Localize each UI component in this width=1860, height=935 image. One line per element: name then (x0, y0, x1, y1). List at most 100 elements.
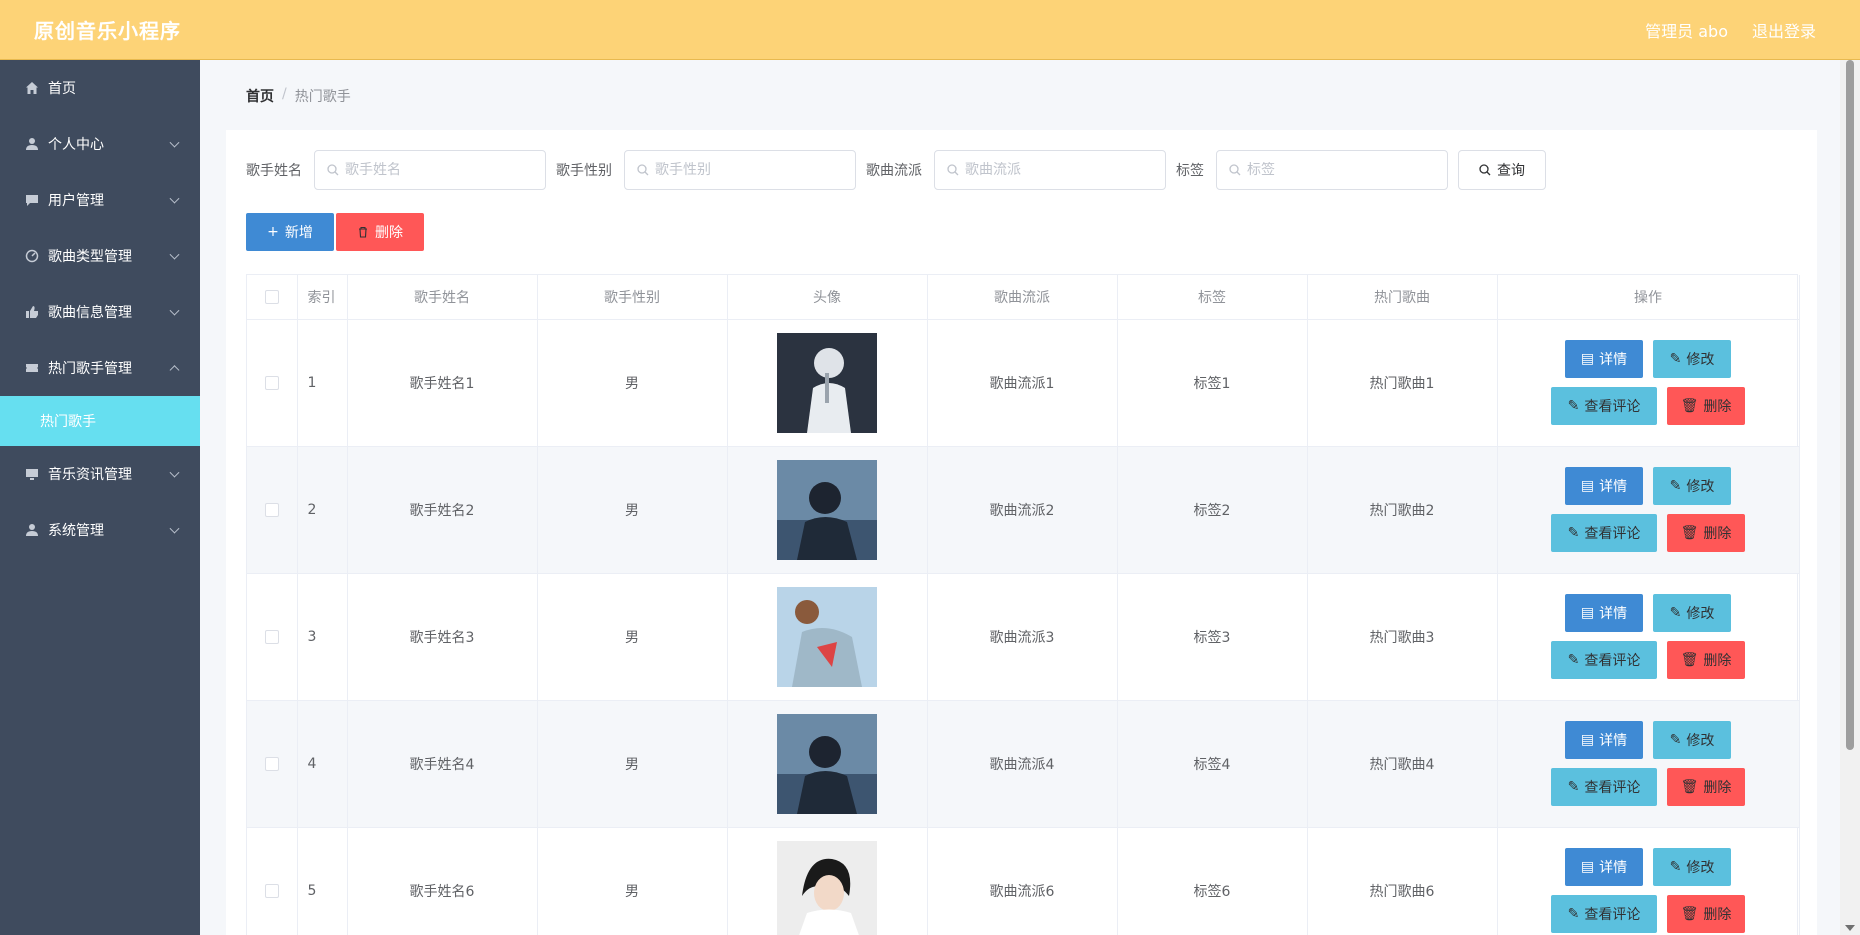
song-genre-label: 歌曲流派 (866, 163, 922, 179)
sidebar-item-song-type[interactable]: 歌曲类型管理 (0, 228, 200, 284)
sidebar-item-user-management[interactable]: 用户管理 (0, 172, 200, 228)
trash-icon: 🗑 (1680, 906, 1699, 922)
edit-button[interactable]: ✎ 修改 (1653, 721, 1731, 759)
document-icon: ▤ (1580, 478, 1595, 494)
column-header: 歌手姓名 (347, 275, 538, 320)
row-index: 1 (297, 319, 348, 447)
sidebar-item-personal-center[interactable]: 个人中心 (0, 116, 200, 172)
detail-button[interactable]: ▤ 详情 (1565, 467, 1643, 505)
breadcrumb-home[interactable]: 首页 (246, 86, 274, 106)
singer-name-input[interactable] (345, 162, 535, 178)
sidebar-item-music-news[interactable]: 音乐资讯管理 (0, 446, 200, 502)
pencil-icon: ✎ (1567, 398, 1580, 414)
tag-cell: 标签1 (1117, 319, 1308, 447)
query-button[interactable]: 查询 (1458, 150, 1546, 190)
singer-gender-input[interactable] (655, 162, 845, 178)
add-button[interactable]: + 新增 (246, 213, 334, 251)
view-comments-button[interactable]: ✎ 查看评论 (1551, 514, 1657, 552)
search-icon (327, 164, 339, 176)
search-icon (1229, 164, 1241, 176)
row-checkbox[interactable] (264, 756, 279, 771)
pencil-icon: ✎ (1669, 732, 1682, 748)
row-checkbox[interactable] (264, 502, 279, 517)
hot-song-cell: 热门歌曲4 (1307, 700, 1498, 828)
trash-icon: 🗑 (1680, 652, 1699, 668)
delete-button[interactable]: 🗑 删除 (1667, 895, 1745, 933)
row-operations: ▤ 详情 ✎ 修改 ✎ 查看评论 🗑 删除 (1498, 340, 1799, 425)
detail-button[interactable]: ▤ 详情 (1565, 848, 1643, 886)
song-genre-field (934, 150, 1166, 190)
sidebar-item-system[interactable]: 系统管理 (0, 502, 200, 558)
column-header: 索引 (297, 275, 348, 320)
singer-name-cell: 歌手姓名3 (347, 573, 538, 701)
delete-button[interactable]: 🗑 删除 (1667, 387, 1745, 425)
app-title: 原创音乐小程序 (34, 19, 181, 43)
pencil-icon: ✎ (1567, 779, 1580, 795)
sidebar-item-hot-singer[interactable]: 热门歌手管理 (0, 340, 200, 396)
admin-user-label: 管理员 abo (1645, 21, 1728, 41)
sidebar-item-label: 个人中心 (48, 137, 104, 153)
sidebar-item-label: 歌曲信息管理 (48, 305, 132, 321)
detail-button[interactable]: ▤ 详情 (1565, 594, 1643, 632)
view-comments-button[interactable]: ✎ 查看评论 (1551, 768, 1657, 806)
edit-button[interactable]: ✎ 修改 (1653, 594, 1731, 632)
search-icon (1479, 164, 1491, 176)
document-icon: ▤ (1580, 351, 1595, 367)
column-header: 头像 (727, 275, 928, 320)
tag-cell: 标签4 (1117, 700, 1308, 828)
pencil-icon: ✎ (1669, 605, 1682, 621)
edit-button[interactable]: ✎ 修改 (1653, 340, 1731, 378)
detail-button[interactable]: ▤ 详情 (1565, 721, 1643, 759)
sidebar-item-label: 音乐资讯管理 (48, 467, 132, 483)
select-all-checkbox[interactable] (264, 289, 279, 304)
add-button-label: 新增 (284, 225, 313, 241)
edit-button[interactable]: ✎ 修改 (1653, 848, 1731, 886)
header-actions: 管理员 abo 退出登录 (1645, 18, 1816, 42)
page-scrollbar[interactable] (1840, 60, 1860, 935)
home-icon (24, 80, 40, 96)
scrollbar-thumb[interactable] (1846, 60, 1854, 750)
chevron-down-icon (169, 523, 180, 534)
content-panel: 歌手姓名 歌手性别 歌曲流派 标签 查询 (226, 130, 1817, 935)
view-comments-button[interactable]: ✎ 查看评论 (1551, 895, 1657, 933)
view-comments-button[interactable]: ✎ 查看评论 (1551, 641, 1657, 679)
sidebar-item-song-info[interactable]: 歌曲信息管理 (0, 284, 200, 340)
singer-name-field (314, 150, 546, 190)
row-index: 3 (297, 573, 348, 701)
song-genre-cell: 歌曲流派4 (927, 700, 1118, 828)
row-operations: ▤ 详情 ✎ 修改 ✎ 查看评论 🗑 删除 (1498, 848, 1799, 933)
pencil-icon: ✎ (1567, 525, 1580, 541)
singer-name-label: 歌手姓名 (246, 163, 302, 179)
document-icon: ▤ (1580, 605, 1595, 621)
singer-gender-cell: 男 (537, 573, 728, 701)
sidebar-item-home[interactable]: 首页 (0, 60, 200, 116)
scroll-down-arrow-icon[interactable] (1845, 925, 1855, 931)
chat-icon (24, 192, 40, 208)
singer-avatar (777, 840, 877, 935)
song-genre-input[interactable] (965, 162, 1155, 178)
row-checkbox[interactable] (264, 629, 279, 644)
singer-name-cell: 歌手姓名1 (347, 319, 538, 447)
song-genre-cell: 歌曲流派6 (927, 827, 1118, 935)
singer-gender-cell: 男 (537, 319, 728, 447)
delete-button[interactable]: 🗑 删除 (1667, 768, 1745, 806)
trash-icon: 🗑 (1680, 398, 1699, 414)
sidebar-item-label: 系统管理 (48, 523, 104, 539)
hot-song-cell: 热门歌曲6 (1307, 827, 1498, 935)
sidebar-subitem-hot-singer[interactable]: 热门歌手 (0, 396, 200, 446)
delete-button[interactable]: 🗑 删除 (1667, 641, 1745, 679)
view-comments-button[interactable]: ✎ 查看评论 (1551, 387, 1657, 425)
singer-gender-label: 歌手性别 (556, 163, 612, 179)
row-index: 4 (297, 700, 348, 828)
row-operations: ▤ 详情 ✎ 修改 ✎ 查看评论 🗑 删除 (1498, 467, 1799, 552)
logout-link[interactable]: 退出登录 (1752, 18, 1816, 42)
tag-input[interactable] (1247, 162, 1437, 178)
document-icon: ▤ (1580, 732, 1595, 748)
detail-button[interactable]: ▤ 详情 (1565, 340, 1643, 378)
bulk-delete-button[interactable]: 删除 (336, 213, 424, 251)
singer-gender-cell: 男 (537, 827, 728, 935)
row-checkbox[interactable] (264, 375, 279, 390)
delete-button[interactable]: 🗑 删除 (1667, 514, 1745, 552)
edit-button[interactable]: ✎ 修改 (1653, 467, 1731, 505)
row-checkbox[interactable] (264, 883, 279, 898)
